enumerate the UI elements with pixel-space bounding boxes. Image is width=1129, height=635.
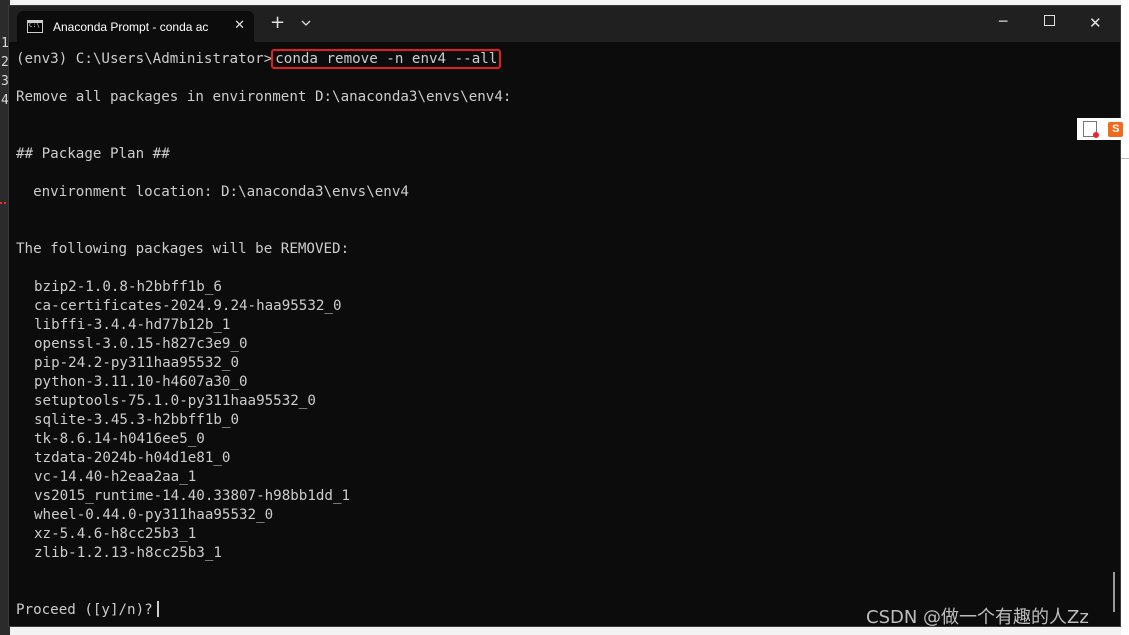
sogou-s-icon[interactable]: S [1108,121,1124,137]
package-item: vc-14.40-h2eaa2aa_1 [34,469,197,485]
title-bar[interactable]: Anaconda Prompt - conda ac ✕ + ─ ✕ [9,6,1120,42]
prompt-text: (env3) C:\Users\Administrator> [16,51,273,67]
chevron-down-icon[interactable] [301,16,311,30]
highlighted-command: conda remove -n env4 --all [271,49,502,69]
package-item: setuptools-75.1.0-py311haa95532_0 [34,393,316,409]
remove-message: Remove all packages in environment D:\an… [16,89,512,105]
tab-title: Anaconda Prompt - conda ac [53,19,209,34]
console-icon [27,20,43,33]
proceed-prompt: Proceed ([y]/n)? [16,602,153,618]
package-item: openssl-3.0.15-h827c3e9_0 [34,336,248,352]
package-plan-header: ## Package Plan ## [16,146,170,162]
maximize-icon [1044,15,1055,26]
environment-location: environment location: D:\anaconda3\envs\… [16,184,409,200]
package-item: libffi-3.4.4-hd77b12b_1 [34,317,231,333]
text-cursor [156,601,159,617]
close-button[interactable]: ✕ [1089,14,1102,32]
package-item: vs2015_runtime-14.40.33807-h98bb1dd_1 [34,488,351,504]
maximize-button[interactable] [1044,14,1055,30]
minimize-button[interactable]: ─ [999,14,1007,30]
scrollbar[interactable] [1113,572,1115,612]
package-item: tzdata-2024b-h04d1e81_0 [34,450,231,466]
background-editor-right-edge [1121,0,1129,635]
terminal-window: Anaconda Prompt - conda ac ✕ + ─ ✕ (env3… [8,5,1121,627]
package-item: wheel-0.44.0-py311haa95532_0 [34,507,274,523]
package-item: zlib-1.2.13-h8cc25b3_1 [34,545,222,561]
watermark: CSDN @做一个有趣的人Zz [866,607,1089,628]
command-line: (env3) C:\Users\Administrator> conda remo… [16,49,502,69]
package-item: python-3.11.10-h4607a30_0 [34,374,248,390]
removed-header: The following packages will be REMOVED: [16,241,350,257]
document-icon[interactable] [1082,121,1099,138]
package-item: bzip2-1.0.8-h2bbff1b_6 [34,279,222,295]
package-item: tk-8.6.14-h0416ee5_0 [34,431,205,447]
tab-anaconda-prompt[interactable]: Anaconda Prompt - conda ac ✕ [17,11,254,42]
package-item: sqlite-3.45.3-h2bbff1b_0 [34,412,239,428]
proceed-prompt-line[interactable]: Proceed ([y]/n)? [16,601,159,620]
package-item: pip-24.2-py311haa95532_0 [34,355,239,371]
floating-toolbar[interactable]: S [1077,118,1129,140]
new-tab-button[interactable]: + [270,14,285,32]
package-item: xz-5.4.6-h8cc25b3_1 [34,526,197,542]
package-item: ca-certificates-2024.9.24-haa95532_0 [34,298,342,314]
terminal-output[interactable]: (env3) C:\Users\Administrator> conda remo… [9,42,1120,626]
tab-close-icon[interactable]: ✕ [234,18,245,33]
